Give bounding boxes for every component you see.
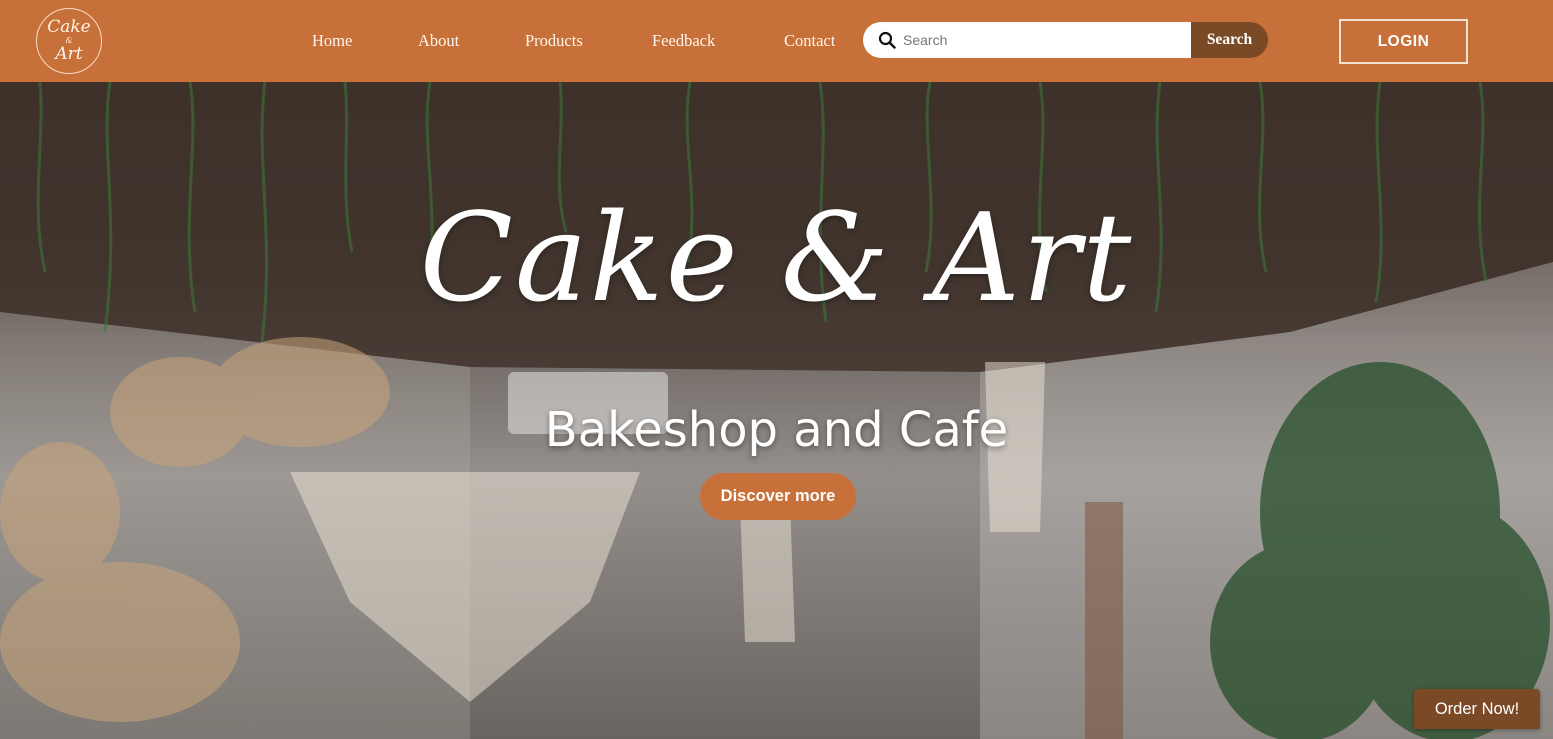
search-input[interactable] xyxy=(903,22,1183,58)
search-button[interactable]: Search xyxy=(1191,22,1268,58)
order-now-button[interactable]: Order Now! xyxy=(1414,689,1540,729)
search-field xyxy=(863,22,1191,58)
nav-about-link[interactable]: About xyxy=(418,31,459,51)
nav-feedback-link[interactable]: Feedback xyxy=(652,31,715,51)
logo-text-art: Art xyxy=(55,44,83,64)
discover-more-button[interactable]: Discover more xyxy=(700,473,856,520)
logo[interactable]: Cake & Art xyxy=(36,8,102,74)
nav-home-link[interactable]: Home xyxy=(312,31,352,51)
hero-section: Cake & Art Bakeshop and Cafe Discover mo… xyxy=(0,82,1553,739)
hero-title: Cake & Art xyxy=(419,187,1134,329)
login-button[interactable]: LOGIN xyxy=(1339,19,1468,64)
top-navbar: Cake & Art Home About Products Feedback … xyxy=(0,0,1553,82)
nav-contact-link[interactable]: Contact xyxy=(784,31,835,51)
search-bar: Search xyxy=(863,22,1268,58)
nav-products-link[interactable]: Products xyxy=(525,31,583,51)
hero-subtitle: Bakeshop and Cafe xyxy=(544,402,1009,458)
search-icon xyxy=(878,31,896,49)
logo-text-cake: Cake xyxy=(47,17,91,37)
